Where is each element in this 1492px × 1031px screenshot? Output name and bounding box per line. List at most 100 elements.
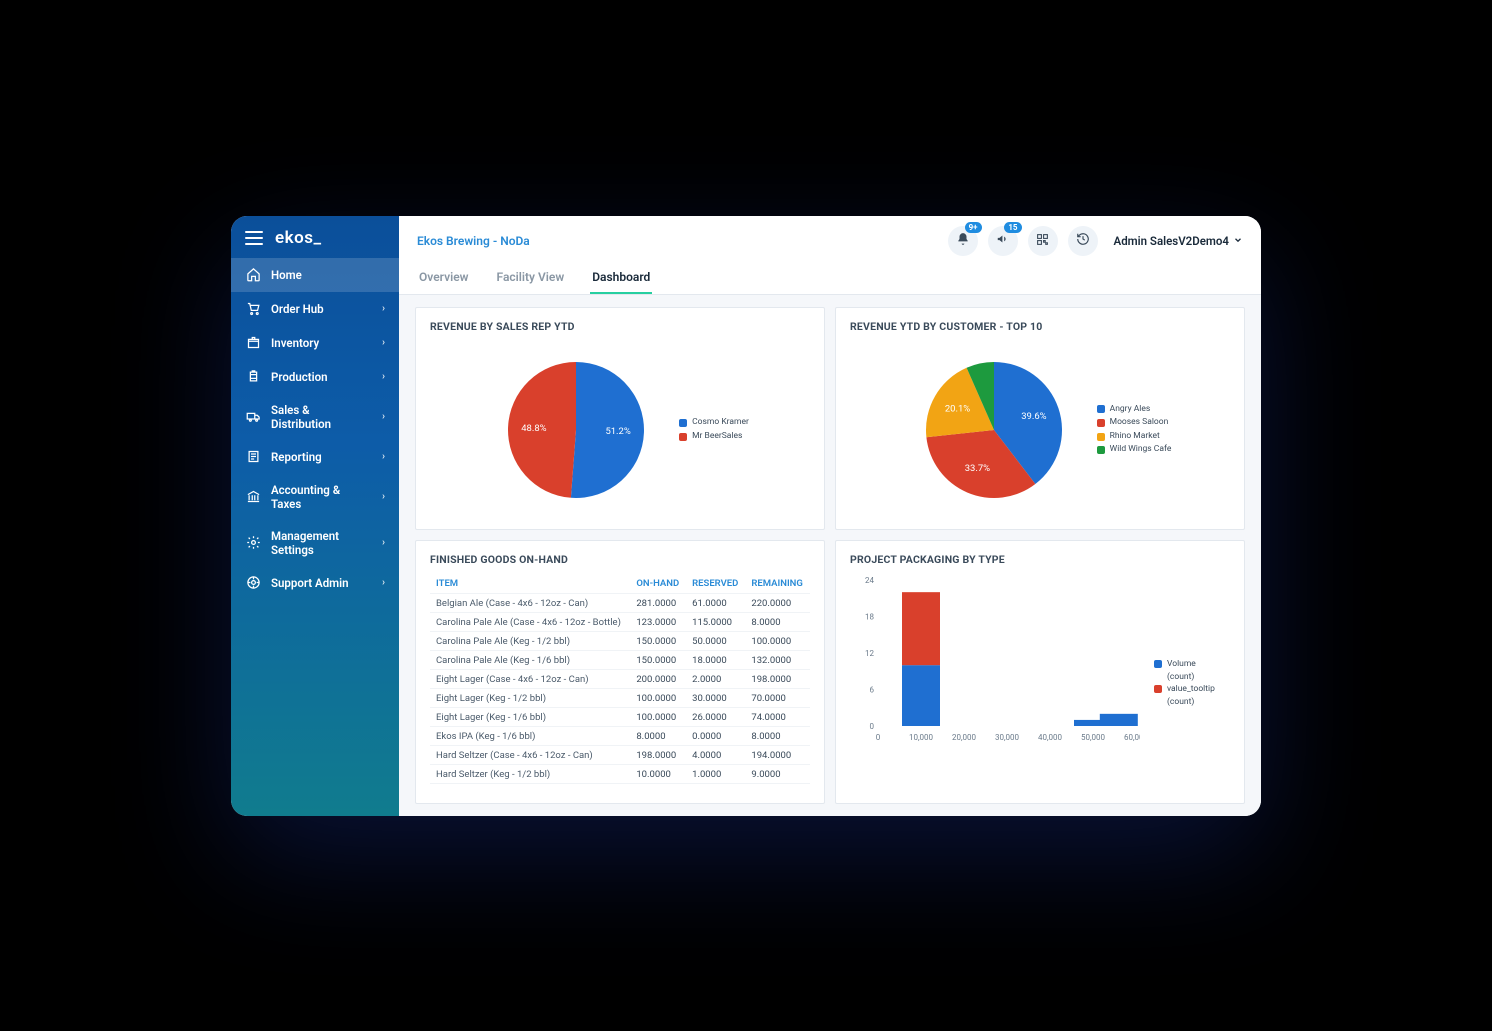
sidebar-item-accounting-taxes[interactable]: Accounting & Taxes›	[231, 474, 399, 520]
tab-facility-view[interactable]: Facility View	[495, 262, 567, 294]
legend-item: Volume(count)	[1154, 658, 1215, 684]
megaphone-icon	[996, 231, 1010, 250]
card-title: REVENUE BY SALES REP YTD	[430, 320, 810, 333]
pie-slice-label: 33.7%	[964, 463, 989, 474]
table-cell: 220.0000	[745, 594, 810, 613]
tab-dashboard[interactable]: Dashboard	[590, 262, 652, 294]
table-row[interactable]: Carolina Pale Ale (Keg - 1/6 bbl)150.000…	[430, 651, 810, 670]
bar-segment[interactable]	[1100, 714, 1138, 726]
y-tick-label: 6	[870, 686, 875, 695]
x-tick-label: 30,000	[995, 733, 1020, 742]
table-cell: 100.0000	[630, 708, 686, 727]
pie-slice-label: 51.2%	[606, 426, 631, 437]
user-menu[interactable]: Admin SalesV2Demo4	[1114, 234, 1243, 248]
sidebar-item-home[interactable]: Home	[231, 258, 399, 292]
legend-swatch	[1097, 433, 1105, 441]
legend-item: Cosmo Kramer	[679, 416, 749, 430]
cart-icon	[245, 301, 261, 317]
sidebar-item-support-admin[interactable]: Support Admin›	[231, 566, 399, 600]
card-title: REVENUE YTD BY CUSTOMER - TOP 10	[850, 320, 1230, 333]
table-cell: 74.0000	[745, 708, 810, 727]
sidebar-item-production[interactable]: Production›	[231, 360, 399, 394]
table-row[interactable]: Eight Lager (Keg - 1/2 bbl)100.000030.00…	[430, 689, 810, 708]
history-button[interactable]	[1068, 226, 1098, 256]
x-tick-label: 60,000	[1124, 733, 1140, 742]
bank-icon	[245, 489, 261, 505]
table-row[interactable]: Hard Seltzer (Keg - 1/6 bbl)110.00000.00…	[430, 784, 810, 785]
legend-swatch	[679, 419, 687, 427]
chevron-right-icon: ›	[382, 337, 385, 348]
report-icon	[245, 449, 261, 465]
table-cell: 150.0000	[630, 632, 686, 651]
table-cell: 0.0000	[686, 784, 745, 785]
table-cell: 10.0000	[630, 765, 686, 784]
x-tick-label: 50,000	[1081, 733, 1106, 742]
card-title: PROJECT PACKAGING BY TYPE	[850, 553, 1230, 566]
table-header[interactable]: ON-HAND	[630, 574, 686, 594]
legend-item: Wild Wings Cafe	[1097, 443, 1172, 457]
table-row[interactable]: Ekos IPA (Keg - 1/6 bbl)8.00000.00008.00…	[430, 727, 810, 746]
table-row[interactable]: Hard Seltzer (Case - 4x6 - 12oz - Can)19…	[430, 746, 810, 765]
sidebar-item-label: Sales & Distribution	[271, 403, 372, 431]
table-cell: 115.0000	[686, 613, 745, 632]
tab-overview[interactable]: Overview	[417, 262, 471, 294]
chevron-right-icon: ›	[382, 371, 385, 382]
legend-label: Cosmo Kramer	[692, 416, 749, 430]
table-cell: 18.0000	[686, 651, 745, 670]
legend-label: Mr BeerSales	[692, 430, 742, 444]
bar-segment[interactable]	[902, 592, 940, 665]
chevron-right-icon: ›	[382, 451, 385, 462]
sidebar-item-sales-distribution[interactable]: Sales & Distribution›	[231, 394, 399, 440]
table-cell: 150.0000	[630, 651, 686, 670]
sidebar-item-label: Accounting & Taxes	[271, 483, 372, 511]
table-row[interactable]: Hard Seltzer (Keg - 1/2 bbl)10.00001.000…	[430, 765, 810, 784]
table-cell: 0.0000	[686, 727, 745, 746]
legend-packaging: Volume(count)value_tooltip(count)	[1154, 658, 1215, 709]
notifications-button[interactable]: 9+	[948, 226, 978, 256]
pie-chart-rev-by-rep: 51.2%48.8%	[491, 345, 661, 515]
table-cell: 194.0000	[745, 746, 810, 765]
table-cell: 123.0000	[630, 613, 686, 632]
table-cell: 132.0000	[745, 651, 810, 670]
finished-goods-scroll[interactable]: ITEMON-HANDRESERVEDREMAINING Belgian Ale…	[430, 574, 810, 784]
sidebar-item-order-hub[interactable]: Order Hub›	[231, 292, 399, 326]
gear-icon	[245, 535, 261, 551]
announcements-button[interactable]: 15	[988, 226, 1018, 256]
table-cell: Carolina Pale Ale (Keg - 1/6 bbl)	[430, 651, 630, 670]
card-packaging: PROJECT PACKAGING BY TYPE 06121824010,00…	[835, 540, 1245, 804]
apps-button[interactable]	[1028, 226, 1058, 256]
table-row[interactable]: Carolina Pale Ale (Case - 4x6 - 12oz - B…	[430, 613, 810, 632]
y-tick-label: 0	[870, 722, 875, 731]
table-row[interactable]: Belgian Ale (Case - 4x6 - 12oz - Can)281…	[430, 594, 810, 613]
legend-item: value_tooltip(count)	[1154, 683, 1215, 709]
qr-icon	[1036, 231, 1049, 250]
table-cell: 200.0000	[630, 670, 686, 689]
table-row[interactable]: Eight Lager (Keg - 1/6 bbl)100.000026.00…	[430, 708, 810, 727]
bar-segment[interactable]	[902, 665, 940, 726]
table-cell: Hard Seltzer (Keg - 1/6 bbl)	[430, 784, 630, 785]
sidebar-item-management-settings[interactable]: Management Settings›	[231, 520, 399, 566]
pie-chart-rev-by-customer: 39.6%33.7%20.1%	[909, 345, 1079, 515]
notifications-badge: 9+	[965, 222, 982, 234]
breadcrumb[interactable]: Ekos Brewing - NoDa	[417, 234, 530, 248]
table-header[interactable]: ITEM	[430, 574, 630, 594]
table-row[interactable]: Carolina Pale Ale (Keg - 1/2 bbl)150.000…	[430, 632, 810, 651]
sidebar-item-inventory[interactable]: Inventory›	[231, 326, 399, 360]
table-cell: 9.0000	[745, 765, 810, 784]
table-header[interactable]: REMAINING	[745, 574, 810, 594]
support-icon	[245, 575, 261, 591]
table-cell: 4.0000	[686, 746, 745, 765]
table-cell: 26.0000	[686, 708, 745, 727]
chevron-right-icon: ›	[382, 577, 385, 588]
sidebar-item-reporting[interactable]: Reporting›	[231, 440, 399, 474]
table-cell: 100.0000	[630, 689, 686, 708]
table-header[interactable]: RESERVED	[686, 574, 745, 594]
table-cell: 110.0000	[630, 784, 686, 785]
sidebar-item-label: Management Settings	[271, 529, 372, 557]
table-cell: 110.0000	[745, 784, 810, 785]
history-icon	[1076, 231, 1090, 250]
table-row[interactable]: Eight Lager (Case - 4x6 - 12oz - Can)200…	[430, 670, 810, 689]
announcements-badge: 15	[1004, 222, 1021, 234]
legend-swatch	[1154, 685, 1162, 693]
menu-toggle[interactable]	[245, 231, 263, 245]
